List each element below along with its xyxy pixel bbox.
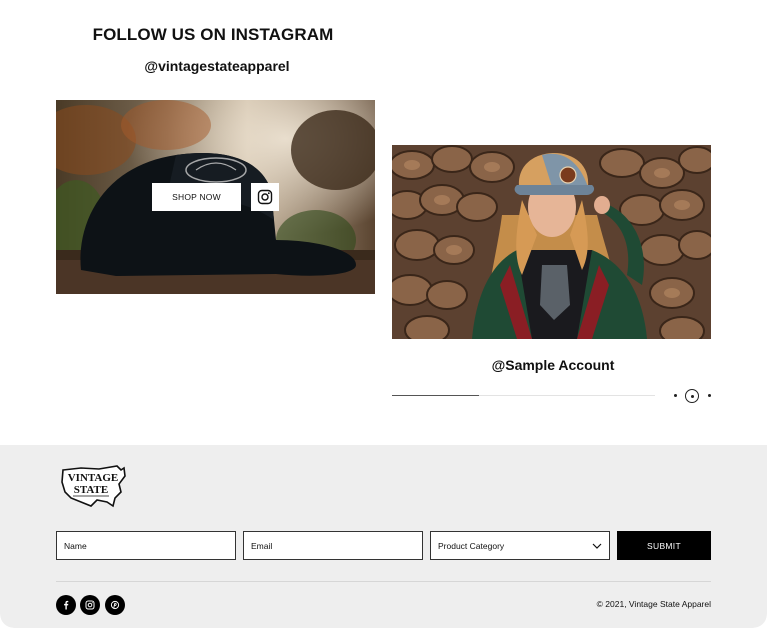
logo-text-state: STATE	[74, 484, 108, 496]
instagram-link-button[interactable]	[251, 183, 279, 211]
email-field[interactable]	[243, 531, 423, 560]
facebook-icon	[64, 600, 69, 610]
footer-divider	[56, 581, 711, 582]
carousel-dot-1[interactable]	[674, 394, 677, 397]
page: FOLLOW US ON INSTAGRAM @vintagestateappa…	[0, 0, 767, 628]
instagram-icon	[257, 189, 273, 205]
instagram-icon	[85, 600, 95, 610]
facebook-link[interactable]	[56, 595, 76, 615]
pinterest-icon	[110, 600, 120, 610]
logo-text-vintage: VINTAGE	[68, 472, 119, 484]
instagram-social-link[interactable]	[80, 595, 100, 615]
pinterest-link[interactable]	[105, 595, 125, 615]
copyright-text: © 2021, Vintage State Apparel	[596, 599, 711, 609]
name-input[interactable]	[64, 540, 228, 551]
chevron-down-icon	[592, 543, 602, 549]
woman-photo[interactable]	[392, 145, 711, 339]
name-field[interactable]	[56, 531, 236, 560]
email-input[interactable]	[251, 540, 415, 551]
instagram-title: FOLLOW US ON INSTAGRAM	[92, 25, 334, 44]
vintage-state-logo[interactable]: VINTAGE STATE	[59, 462, 127, 510]
sample-account-label[interactable]: @Sample Account	[392, 357, 714, 373]
shop-now-button[interactable]: SHOP NOW	[152, 183, 241, 211]
instagram-handle[interactable]: @vintagestateapparel	[56, 58, 378, 74]
carousel-progress-track	[392, 395, 655, 396]
carousel-dot-3[interactable]	[708, 394, 711, 397]
product-category-label: Product Category	[438, 540, 505, 551]
submit-button[interactable]: SUBMIT	[617, 531, 711, 560]
carousel-dot-2-active[interactable]	[685, 389, 699, 403]
product-category-select[interactable]: Product Category	[430, 531, 610, 560]
carousel-progress-fill	[392, 395, 479, 396]
